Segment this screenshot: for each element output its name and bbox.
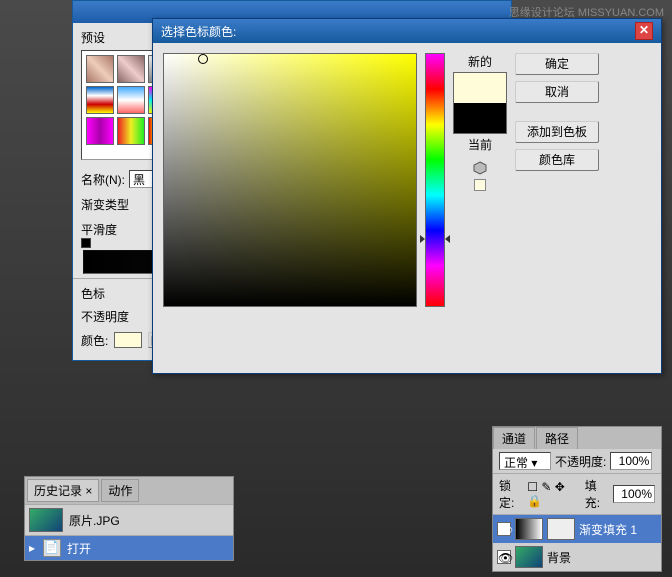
lock-label: 锁定:	[499, 477, 523, 511]
current-color-half	[454, 103, 506, 133]
opacity-input[interactable]	[610, 452, 652, 470]
add-to-swatches-button[interactable]: 添加到色板	[515, 121, 599, 143]
snapshot-thumb	[29, 508, 63, 532]
visibility-toggle-bg[interactable]: 👁	[497, 550, 511, 564]
saturation-value-field[interactable]	[163, 53, 417, 307]
opacity-label: 不透明度:	[555, 453, 606, 470]
color-picker-title: 选择色标颜色:	[161, 23, 236, 40]
tab-close-icon[interactable]: ×	[85, 484, 92, 498]
open-step-label: 打开	[67, 540, 91, 557]
layer-background[interactable]: 👁 背景	[493, 543, 661, 571]
fill-label: 填充:	[585, 477, 609, 511]
history-tab[interactable]: 历史记录 ×	[27, 479, 99, 502]
new-current-swatch[interactable]	[453, 72, 507, 134]
color-libraries-button[interactable]: 颜色库	[515, 149, 599, 171]
color-stops-label: 色标	[81, 287, 105, 301]
hue-slider[interactable]	[425, 53, 445, 307]
gamut-warning-swatch[interactable]	[474, 179, 486, 191]
gradient-type-label: 渐变类型	[81, 196, 129, 213]
name-label: 名称(N):	[81, 171, 125, 188]
sv-cursor[interactable]	[198, 54, 208, 64]
layer-mask-thumb	[547, 518, 575, 540]
gradient-stop-handle[interactable]	[81, 238, 91, 248]
new-color-label: 新的	[468, 53, 492, 70]
open-step-icon: 📄	[43, 539, 61, 557]
lock-icons[interactable]: ☐ ✎ ✥ 🔒	[527, 480, 577, 508]
smoothness-label: 平滑度	[81, 221, 117, 238]
actions-tab[interactable]: 动作	[101, 479, 139, 502]
opacity-stop-label: 不透明度	[81, 308, 129, 325]
blend-mode-dropdown[interactable]: 正常 ▾	[499, 452, 551, 470]
paths-tab[interactable]: 路径	[536, 427, 578, 449]
close-button[interactable]: ✕	[635, 22, 653, 40]
fill-input[interactable]	[613, 485, 655, 503]
new-color-half	[454, 73, 506, 103]
layer-name-gradient: 渐变填充 1	[579, 521, 637, 538]
ok-button[interactable]: 确定	[515, 53, 599, 75]
history-panel: 历史记录 × 动作 原片.JPG ▸ 📄 打开	[24, 476, 234, 561]
color-label: 颜色:	[81, 332, 108, 349]
layer-thumb-gradient	[515, 518, 543, 540]
visibility-toggle[interactable]: 👁	[497, 522, 511, 536]
stop-color-swatch[interactable]	[114, 332, 142, 348]
layer-gradient-fill[interactable]: 👁 渐变填充 1	[493, 515, 661, 543]
layer-thumb-bg	[515, 546, 543, 568]
cube-icon	[473, 161, 487, 175]
channels-tab[interactable]: 通道	[493, 427, 535, 449]
history-snapshot-row[interactable]: 原片.JPG	[25, 504, 233, 535]
history-step-open[interactable]: ▸ 📄 打开	[25, 535, 233, 560]
snapshot-name: 原片.JPG	[69, 512, 120, 529]
current-color-label: 当前	[468, 136, 492, 153]
cancel-button[interactable]: 取消	[515, 81, 599, 103]
color-picker-dialog: 选择色标颜色: ✕ 新的 当前 确定 取消 添加到色板 颜色库	[152, 18, 662, 374]
layer-name-bg: 背景	[547, 549, 571, 566]
right-panels: 通道 路径 正常 ▾ 不透明度: 锁定: ☐ ✎ ✥ 🔒 填充: 👁 渐变填充 …	[492, 426, 662, 572]
